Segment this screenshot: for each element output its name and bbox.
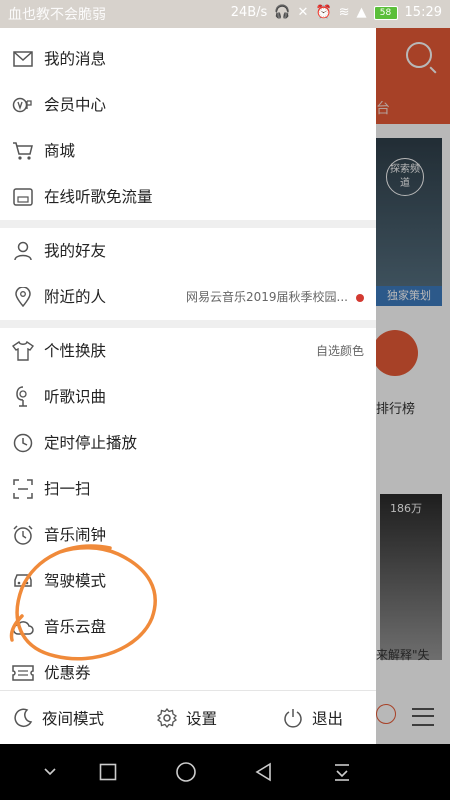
menu-item-store[interactable]: 商城 — [0, 128, 376, 174]
menu-label: 在线听歌免流量 — [44, 188, 153, 206]
menu-item-cloud-drive[interactable]: 音乐云盘 — [0, 604, 376, 650]
drawer-bottom-bar: 夜间模式 设置 退出 — [0, 691, 376, 744]
side-drawer: 我的消息 会员中心 商城 在线听歌免流量 我的好友 附近的人 网易云音乐2019… — [0, 28, 376, 744]
menu-item-free-data[interactable]: 在线听歌免流量 — [0, 174, 376, 220]
menu-label: 个性换肤 — [44, 342, 107, 360]
status-right: 24B/s 🎧 ✕ ⏰ ≋ ▲ 58 15:29 — [231, 5, 442, 20]
section-separator — [0, 320, 376, 328]
clock-icon — [12, 432, 34, 454]
battery-indicator: 58 — [373, 5, 398, 20]
menu-item-vip[interactable]: 会员中心 — [0, 82, 376, 128]
menu-label: 会员中心 — [44, 96, 107, 114]
menu-label: 我的消息 — [44, 50, 107, 68]
status-left-text: 血也教不会脆弱 — [8, 7, 106, 23]
night-mode-button[interactable]: 夜间模式 — [12, 691, 104, 744]
menu-label: 定时停止播放 — [44, 434, 138, 452]
gear-icon — [156, 707, 178, 729]
cloud-icon — [12, 616, 34, 638]
menu-label: 附近的人 — [44, 288, 107, 306]
coupon-icon — [12, 662, 34, 684]
person-icon — [12, 240, 34, 262]
home-icon[interactable] — [172, 758, 200, 786]
notification-pull-icon[interactable] — [328, 758, 356, 786]
status-bar: 血也教不会脆弱 24B/s 🎧 ✕ ⏰ ≋ ▲ 58 15:29 — [0, 0, 450, 28]
mute-icon: ✕ — [297, 5, 309, 20]
clock-time: 15:29 — [404, 5, 442, 20]
skin-custom-color: 自选颜色 — [315, 344, 364, 358]
menu-label: 听歌识曲 — [44, 388, 107, 406]
settings-button[interactable]: 设置 — [156, 691, 217, 744]
notification-dot — [356, 294, 364, 302]
scan-icon — [12, 478, 34, 500]
menu-item-song-recognition[interactable]: 听歌识曲 — [0, 374, 376, 420]
back-icon[interactable] — [250, 758, 278, 786]
system-nav-bar — [0, 744, 450, 800]
menu-item-friends[interactable]: 我的好友 — [0, 228, 376, 274]
drawer-scrim[interactable] — [376, 28, 450, 744]
menu-item-scan[interactable]: 扫一扫 — [0, 466, 376, 512]
tshirt-icon — [12, 340, 34, 362]
logout-label: 退出 — [312, 709, 344, 728]
headphone-icon: 🎧 — [274, 5, 291, 20]
cart-icon — [12, 140, 34, 162]
menu-item-messages[interactable]: 我的消息 — [0, 36, 376, 82]
menu-label: 驾驶模式 — [44, 572, 107, 590]
menu-label: 音乐云盘 — [44, 618, 107, 636]
night-mode-label: 夜间模式 — [42, 709, 105, 728]
logout-button[interactable]: 退出 — [282, 691, 343, 744]
car-icon — [12, 570, 34, 592]
alarm-clock-icon — [12, 524, 34, 546]
menu-item-sleep-timer[interactable]: 定时停止播放 — [0, 420, 376, 466]
alarm-status-icon: ⏰ — [315, 5, 332, 20]
menu-label: 我的好友 — [44, 242, 107, 260]
signal-icon: ▲ — [356, 5, 367, 20]
recent-apps-icon[interactable] — [94, 758, 122, 786]
location-pin-icon — [12, 286, 34, 308]
menu-label: 扫一扫 — [44, 480, 91, 498]
power-icon — [282, 707, 304, 729]
nearby-promo-text: 网易云音乐2019届秋季校园... — [186, 290, 348, 304]
vip-icon — [12, 94, 34, 116]
menu-item-driving-mode[interactable]: 驾驶模式 — [0, 558, 376, 604]
network-speed: 24B/s — [230, 5, 268, 20]
section-separator — [0, 220, 376, 228]
sim-card-icon — [12, 186, 34, 208]
chevron-down-icon[interactable] — [36, 758, 64, 786]
menu-item-music-alarm[interactable]: 音乐闹钟 — [0, 512, 376, 558]
mail-icon — [12, 48, 34, 70]
wifi-icon: ≋ — [338, 5, 350, 20]
moon-icon — [12, 707, 34, 729]
microphone-icon — [12, 386, 34, 408]
menu-label: 音乐闹钟 — [44, 526, 107, 544]
menu-item-skin[interactable]: 个性换肤 自选颜色 — [0, 328, 376, 374]
menu-item-nearby[interactable]: 附近的人 网易云音乐2019届秋季校园... — [0, 274, 376, 320]
menu-label: 商城 — [44, 142, 76, 160]
settings-label: 设置 — [186, 709, 218, 728]
